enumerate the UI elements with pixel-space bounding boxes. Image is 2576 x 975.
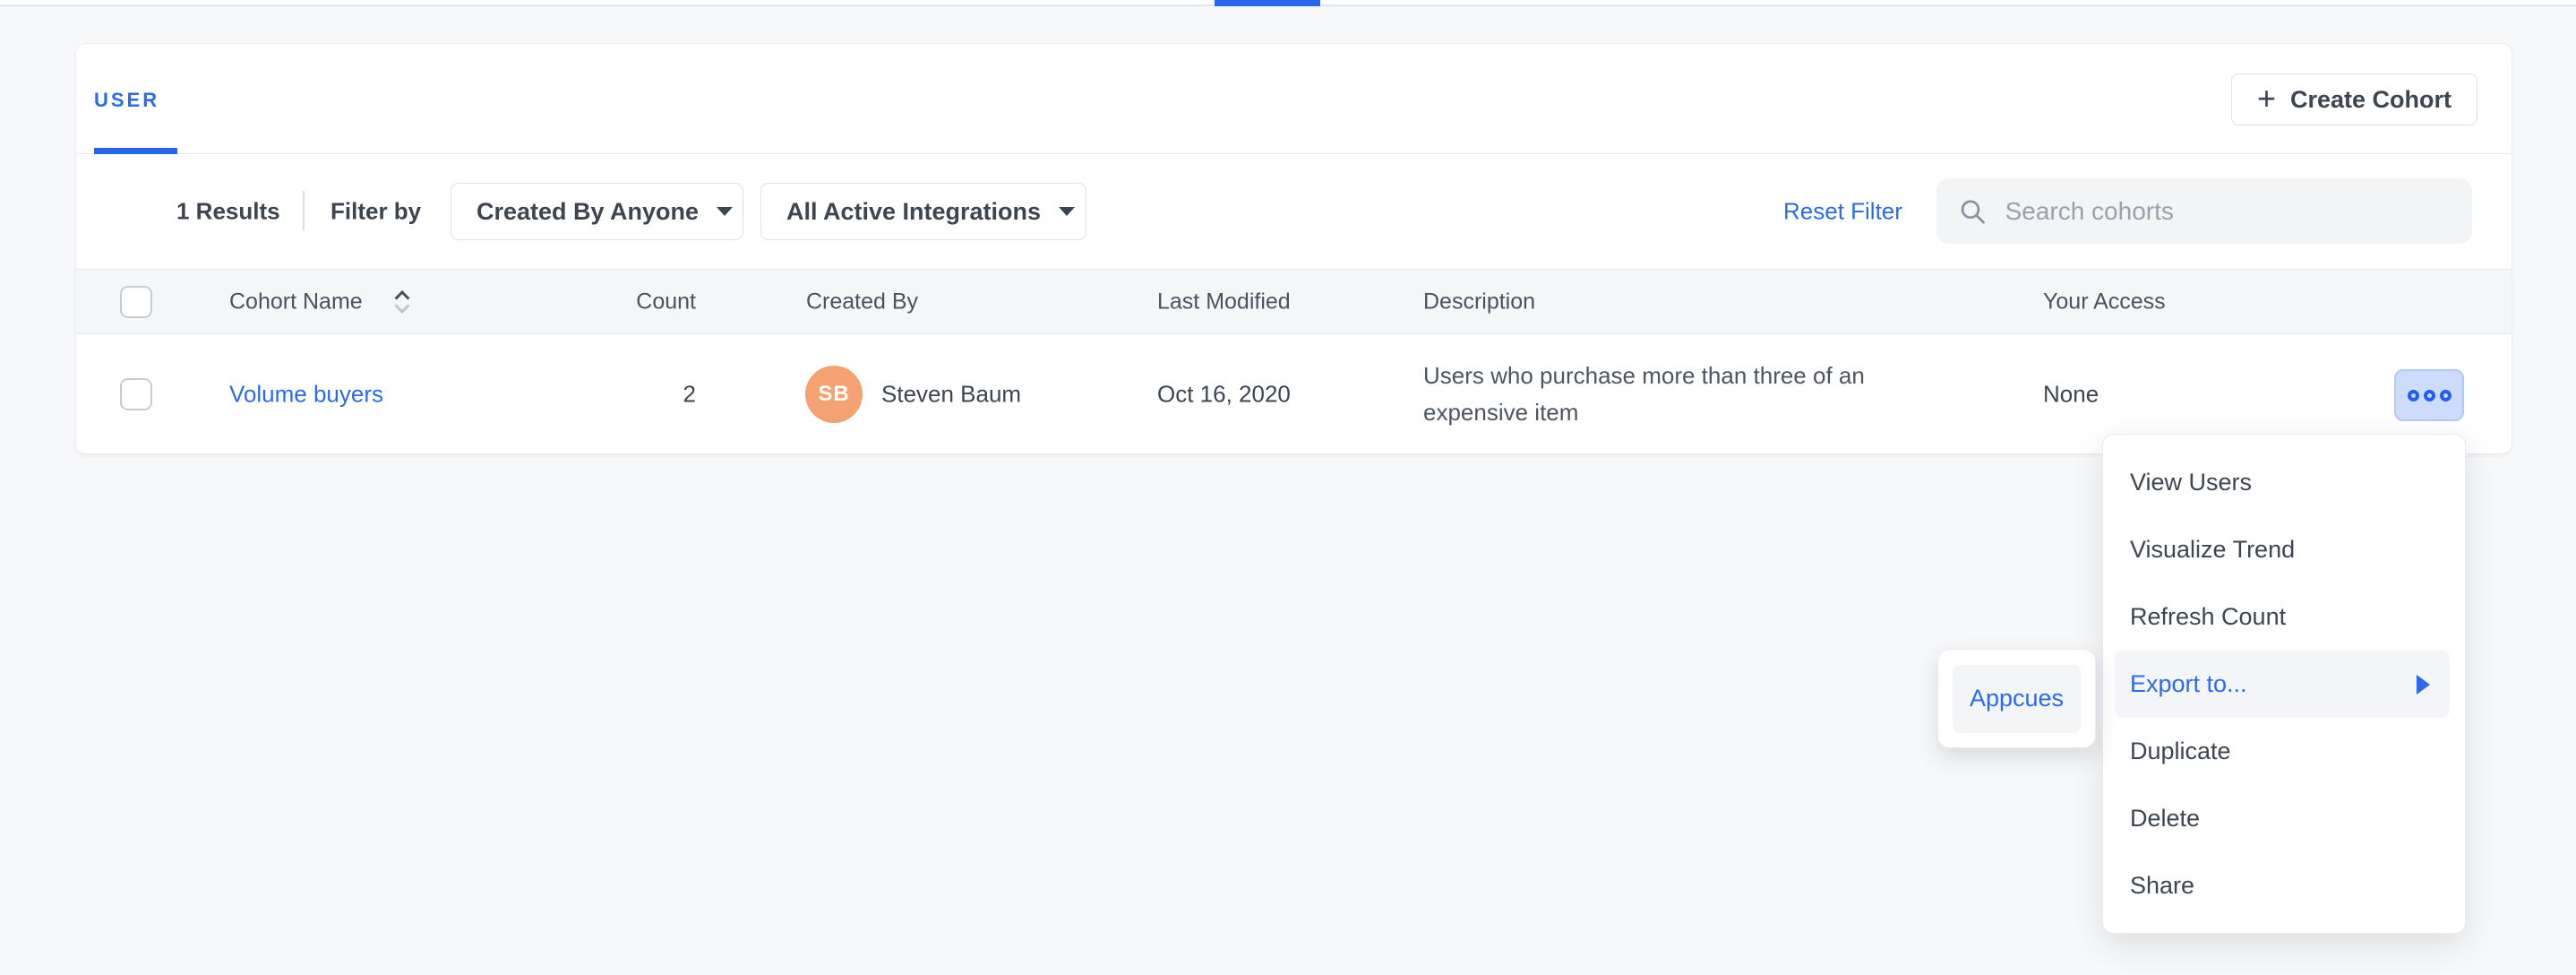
- integrations-dropdown[interactable]: All Active Integrations: [760, 183, 1086, 240]
- create-cohort-label: Create Cohort: [2290, 86, 2451, 114]
- reset-filter-link[interactable]: Reset Filter: [1783, 198, 1902, 226]
- plus-icon: +: [2257, 82, 2276, 115]
- menu-item-refresh-count[interactable]: Refresh Count: [2103, 583, 2465, 651]
- table-header: Cohort Name Count Created By Last Modifi…: [76, 269, 2512, 334]
- cohorts-page: USER + Create Cohort 1 Results Filter by…: [0, 0, 2576, 975]
- export-to-label: Export to...: [2130, 670, 2247, 698]
- menu-item-export-to[interactable]: Export to...: [2115, 651, 2450, 718]
- menu-item-view-users[interactable]: View Users: [2103, 449, 2465, 516]
- results-count: 1 Results: [176, 198, 280, 226]
- top-tab-bar-edge: [0, 0, 2576, 6]
- column-cohort-name[interactable]: Cohort Name: [229, 289, 363, 315]
- ellipsis-icon: [2408, 390, 2419, 401]
- column-created-by: Created By: [806, 289, 918, 315]
- divider: [303, 191, 305, 230]
- column-last-modified: Last Modified: [1157, 289, 1291, 315]
- avatar: SB: [805, 366, 863, 423]
- row-checkbox[interactable]: [120, 378, 152, 410]
- ellipsis-icon: [2424, 390, 2435, 401]
- cohort-count: 2: [578, 380, 696, 408]
- column-count: Count: [578, 289, 696, 315]
- created-by-dropdown-value: Created By Anyone: [477, 198, 699, 226]
- select-all-checkbox[interactable]: [120, 286, 152, 318]
- description-value: Users who purchase more than three of an…: [1423, 358, 1961, 431]
- tab-user-underline: [94, 148, 177, 154]
- submenu-arrow-icon: [2417, 675, 2430, 695]
- active-top-tab-indicator[interactable]: [1215, 0, 1320, 6]
- submenu-item-appcues[interactable]: Appcues: [1953, 665, 2081, 733]
- search-input[interactable]: [2005, 197, 2451, 226]
- column-your-access: Your Access: [2043, 289, 2166, 315]
- cohorts-card: USER + Create Cohort 1 Results Filter by…: [75, 43, 2512, 455]
- column-description: Description: [1423, 289, 1535, 315]
- row-actions-button[interactable]: [2394, 369, 2464, 421]
- search-icon: [1958, 195, 1988, 228]
- actions-context-menu: View Users Visualize Trend Refresh Count…: [2102, 434, 2466, 934]
- menu-item-visualize-trend[interactable]: Visualize Trend: [2103, 516, 2465, 583]
- cohort-name-link[interactable]: Volume buyers: [229, 380, 383, 408]
- filter-bar: 1 Results Filter by Created By Anyone Al…: [76, 154, 2512, 269]
- chevron-down-icon: [1059, 207, 1075, 216]
- tab-bar: USER + Create Cohort: [76, 44, 2512, 154]
- created-by-value: Steven Baum: [881, 380, 1021, 408]
- create-cohort-button[interactable]: + Create Cohort: [2231, 73, 2477, 125]
- created-by-dropdown[interactable]: Created By Anyone: [451, 183, 743, 240]
- last-modified-value: Oct 16, 2020: [1157, 380, 1291, 408]
- search-cohorts-box[interactable]: [1936, 178, 2472, 244]
- sort-icon[interactable]: [397, 292, 408, 311]
- filter-by-label: Filter by: [331, 198, 421, 226]
- ellipsis-icon: [2440, 390, 2451, 401]
- menu-item-share[interactable]: Share: [2103, 852, 2465, 919]
- menu-item-delete[interactable]: Delete: [2103, 785, 2465, 852]
- tab-user[interactable]: USER: [94, 89, 159, 112]
- integrations-dropdown-value: All Active Integrations: [786, 198, 1041, 226]
- export-submenu: Appcues: [1937, 649, 2096, 748]
- menu-item-duplicate[interactable]: Duplicate: [2103, 718, 2465, 785]
- your-access-value: None: [2043, 380, 2099, 408]
- chevron-down-icon: [717, 207, 733, 216]
